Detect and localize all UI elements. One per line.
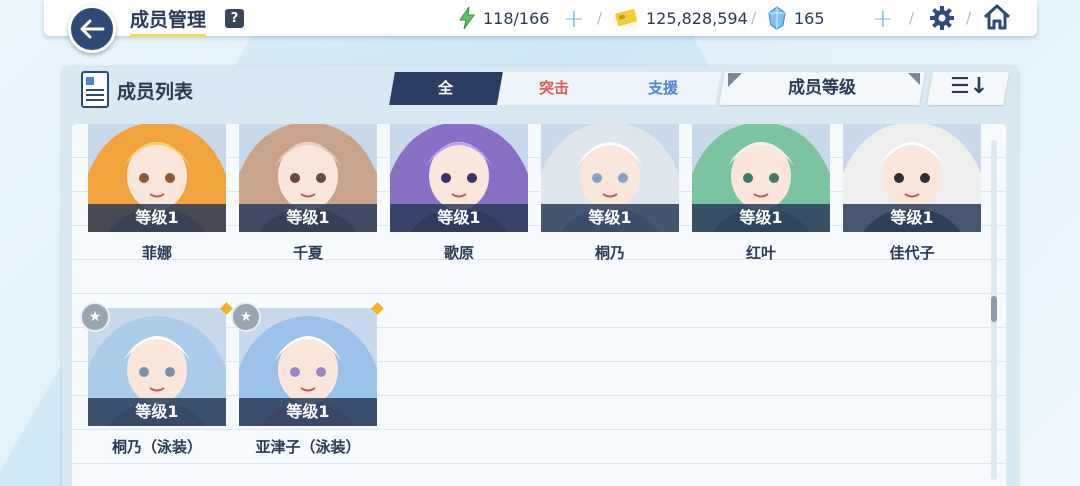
tab-support-label: 支援 (647, 79, 678, 97)
member-card[interactable]: 等级1 千夏 (239, 124, 377, 263)
member-level: 等级1 (239, 398, 377, 426)
tab-all[interactable]: 全 (389, 72, 503, 105)
member-level: 等级1 (390, 204, 528, 232)
member-name: 桐乃 (594, 244, 625, 262)
member-portrait: 等级1 (88, 124, 226, 232)
divider: / (966, 9, 972, 27)
panel-title: 成员列表 (117, 81, 194, 103)
tab-all-label: 全 (438, 79, 454, 97)
credits-icon (615, 9, 638, 26)
member-card[interactable]: 等级1 桐乃 (541, 124, 679, 263)
sort-dropdown-label: 成员等级 (788, 78, 856, 98)
member-level: 等级1 (541, 204, 679, 232)
member-name: 亚津子（泳装） (255, 438, 361, 456)
gems-value: 165 (794, 9, 825, 28)
page-title: 成员管理 (130, 5, 207, 37)
gem-icon (768, 6, 786, 30)
member-portrait: 等级1 (843, 124, 981, 232)
member-level: 等级1 (843, 204, 981, 232)
favorite-pin-icon[interactable]: ★ (80, 302, 110, 332)
member-portrait: 等级1 (692, 124, 830, 232)
help-button[interactable]: ? (225, 9, 244, 28)
member-card[interactable]: 等级1 歌原 (390, 124, 528, 263)
member-portrait: 等级1 (88, 308, 226, 426)
member-name: 佳代子 (889, 244, 935, 262)
credits-value: 125,828,594 (646, 9, 748, 28)
scrollbar-thumb[interactable] (991, 296, 997, 322)
tab-support[interactable]: 支援 (605, 72, 721, 105)
member-grid[interactable]: 等级1 菲娜 等级1 千夏 等级1 歌原 等级1 桐乃 等级1 红叶 等级1 佳代子 等级1 ★ 桐乃（泳装… (72, 124, 1006, 486)
tab-striker[interactable]: 突击 (497, 72, 611, 105)
scrollbar[interactable] (991, 140, 997, 480)
gear-icon[interactable] (929, 5, 955, 31)
member-card[interactable]: 等级1 菲娜 (88, 124, 226, 263)
tab-striker-label: 突击 (538, 79, 569, 97)
member-list-icon (81, 71, 109, 108)
add-gems-button[interactable]: + (872, 4, 894, 34)
member-level: 等级1 (88, 204, 226, 232)
member-name: 桐乃（泳装） (111, 438, 202, 456)
favorite-pin-icon[interactable]: ★ (231, 302, 261, 332)
member-name: 歌原 (443, 244, 474, 262)
member-card[interactable]: 等级1 ★ 亚津子（泳装） (231, 302, 384, 457)
divider: / (597, 9, 603, 27)
home-icon[interactable] (983, 4, 1011, 30)
back-button[interactable] (68, 5, 116, 53)
member-card[interactable]: 等级1 ★ 桐乃（泳装） (80, 302, 233, 457)
member-name: 红叶 (745, 244, 776, 262)
member-list-panel: 成员列表 全 突击 支援 成员等级 ☰↓ 等级1 菲娜 等级1 千夏 等级1 歌原 等级1 桐… (62, 66, 1018, 486)
member-card[interactable]: 等级1 佳代子 (843, 124, 981, 263)
panel-header: 成员列表 全 突击 支援 成员等级 ☰↓ (62, 66, 1018, 114)
member-level: 等级1 (88, 398, 226, 426)
member-portrait: 等级1 (239, 124, 377, 232)
stamina-value: 118/166 (483, 9, 550, 28)
member-name: 千夏 (292, 244, 323, 262)
member-card[interactable]: 等级1 红叶 (692, 124, 830, 263)
sort-order-icon: ☰↓ (950, 74, 989, 99)
member-level: 等级1 (239, 204, 377, 232)
divider: / (751, 9, 757, 27)
member-name: 菲娜 (141, 244, 172, 262)
stamina-icon (459, 6, 475, 30)
member-portrait: 等级1 (390, 124, 528, 232)
add-stamina-button[interactable]: + (563, 4, 585, 34)
member-portrait: 等级1 (239, 308, 377, 426)
arrow-left-icon (80, 19, 105, 39)
divider: / (909, 9, 915, 27)
member-level: 等级1 (692, 204, 830, 232)
member-portrait: 等级1 (541, 124, 679, 232)
